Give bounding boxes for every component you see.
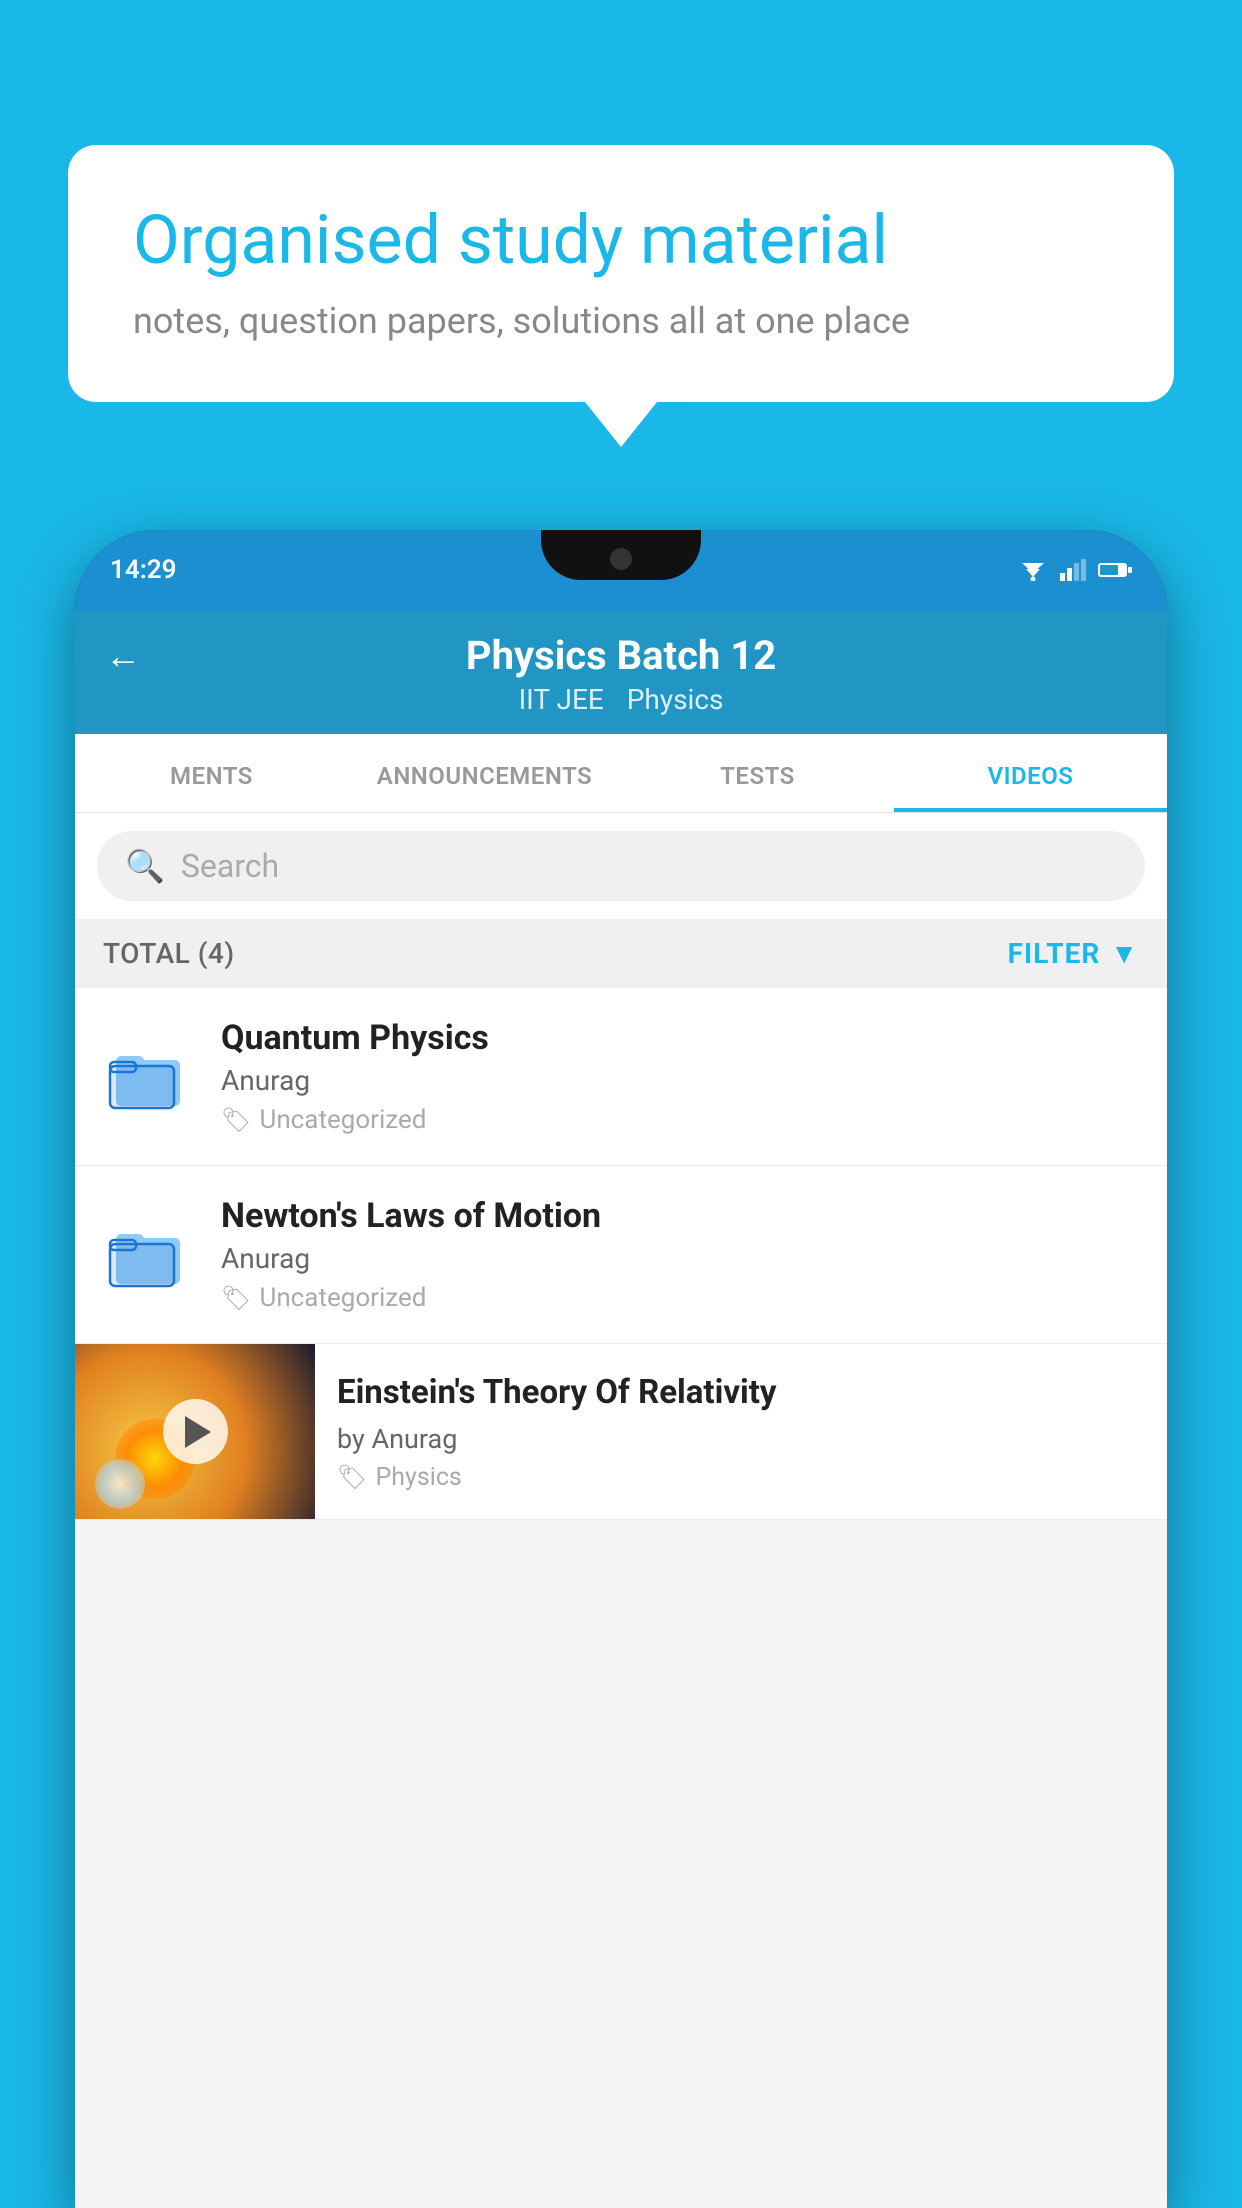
video-tag: Uncategorized bbox=[259, 1105, 426, 1135]
phone-screen: ← Physics Batch 12 IIT JEE Physics MENTS… bbox=[75, 610, 1167, 2208]
video-tag-row: 🏷 Uncategorized bbox=[221, 1105, 1139, 1135]
video-tag: Physics bbox=[375, 1463, 461, 1492]
speech-bubble: Organised study material notes, question… bbox=[68, 145, 1174, 402]
header-title: Physics Batch 12 bbox=[466, 632, 776, 679]
video-author: Anurag bbox=[221, 1242, 1139, 1275]
video-tag-row: 🏷 Physics bbox=[337, 1463, 1145, 1492]
total-count: TOTAL (4) bbox=[103, 937, 235, 970]
video-list: Quantum Physics Anurag 🏷 Uncategorized bbox=[75, 988, 1167, 1520]
bubble-subtitle: notes, question papers, solutions all at… bbox=[133, 300, 1109, 342]
app-header: ← Physics Batch 12 IIT JEE Physics bbox=[75, 610, 1167, 734]
filter-label: FILTER bbox=[1008, 937, 1101, 970]
list-item[interactable]: Newton's Laws of Motion Anurag 🏷 Uncateg… bbox=[75, 1166, 1167, 1344]
folder-svg bbox=[108, 1220, 188, 1290]
folder-icon bbox=[103, 1210, 193, 1300]
video-info: Quantum Physics Anurag 🏷 Uncategorized bbox=[221, 1018, 1139, 1135]
orb2-decoration bbox=[95, 1459, 145, 1509]
header-tag-physics: Physics bbox=[627, 683, 724, 716]
status-bar: 14:29 bbox=[75, 530, 1167, 610]
bubble-title: Organised study material bbox=[133, 200, 1109, 282]
filter-button[interactable]: FILTER ▼ bbox=[1008, 937, 1139, 970]
header-tag-iitjee: IIT JEE bbox=[519, 683, 604, 716]
video-title: Newton's Laws of Motion bbox=[221, 1196, 1139, 1236]
play-button[interactable] bbox=[163, 1399, 228, 1464]
wifi-icon bbox=[1018, 559, 1048, 581]
tag-icon: 🏷 bbox=[337, 1463, 367, 1491]
battery-icon bbox=[1098, 561, 1132, 579]
filter-icon: ▼ bbox=[1110, 937, 1139, 970]
search-bar[interactable]: 🔍 Search bbox=[97, 831, 1145, 901]
video-info: Newton's Laws of Motion Anurag 🏷 Uncateg… bbox=[221, 1196, 1139, 1313]
status-icons bbox=[1018, 559, 1132, 581]
header-subtitle: IIT JEE Physics bbox=[511, 683, 732, 716]
video-author: Anurag bbox=[221, 1064, 1139, 1097]
video-thumbnail bbox=[75, 1344, 315, 1519]
tag-icon: 🏷 bbox=[221, 1106, 251, 1134]
video-title: Quantum Physics bbox=[221, 1018, 1139, 1058]
back-button[interactable]: ← bbox=[105, 635, 141, 677]
play-triangle-icon bbox=[185, 1416, 211, 1448]
tab-tests[interactable]: TESTS bbox=[621, 734, 894, 812]
tab-ments[interactable]: MENTS bbox=[75, 734, 348, 812]
phone-frame: 14:29 bbox=[75, 530, 1167, 2208]
camera bbox=[610, 548, 632, 570]
status-time: 14:29 bbox=[110, 555, 177, 585]
video-author: by Anurag bbox=[337, 1423, 1145, 1455]
video-tag-row: 🏷 Uncategorized bbox=[221, 1283, 1139, 1313]
tabs-bar: MENTS ANNOUNCEMENTS TESTS VIDEOS bbox=[75, 734, 1167, 813]
video-title: Einstein's Theory Of Relativity bbox=[337, 1372, 1145, 1415]
list-item[interactable]: Einstein's Theory Of Relativity by Anura… bbox=[75, 1344, 1167, 1520]
video-tag: Uncategorized bbox=[259, 1283, 426, 1313]
search-icon: 🔍 bbox=[125, 847, 165, 885]
search-bar-wrap: 🔍 Search bbox=[75, 813, 1167, 919]
folder-icon bbox=[103, 1032, 193, 1122]
tab-announcements[interactable]: ANNOUNCEMENTS bbox=[348, 734, 621, 812]
video-info: Einstein's Theory Of Relativity by Anura… bbox=[315, 1344, 1167, 1512]
folder-svg bbox=[108, 1042, 188, 1112]
tab-videos[interactable]: VIDEOS bbox=[894, 734, 1167, 812]
filter-bar: TOTAL (4) FILTER ▼ bbox=[75, 919, 1167, 988]
list-item[interactable]: Quantum Physics Anurag 🏷 Uncategorized bbox=[75, 988, 1167, 1166]
search-placeholder: Search bbox=[181, 847, 279, 885]
signal-icon bbox=[1060, 559, 1086, 581]
tag-icon: 🏷 bbox=[221, 1284, 251, 1312]
